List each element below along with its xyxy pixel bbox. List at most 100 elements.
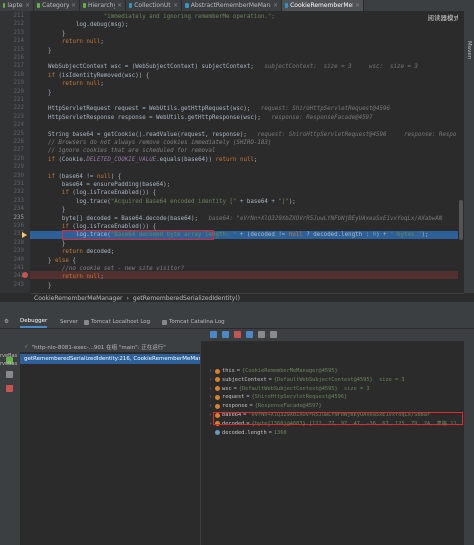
expand-icon[interactable] [209,429,213,437]
code-line[interactable]: "immediately and ignoring rememberMe ope… [34,13,275,21]
close-icon[interactable]: × [273,2,278,9]
line-number[interactable]: 227 [2,147,24,153]
line-number[interactable]: 233 [2,198,24,204]
tab-cookieremembermemanager-java[interactable]: CookieRememberMeManager.java× [282,0,364,11]
line-number[interactable]: 219 [2,80,24,86]
tab-category-class[interactable]: Category.class× [34,0,80,11]
tab-lapter-class[interactable]: lapter.class× [0,0,34,11]
line-number[interactable]: 225 [2,131,24,137]
line-number[interactable]: 237 [2,231,24,237]
code-line[interactable]: } else { [34,257,76,265]
close-icon[interactable]: × [25,2,30,9]
close-icon[interactable]: × [117,2,122,9]
line-number[interactable]: 213 [2,30,24,36]
line-number[interactable]: 231 [2,181,24,187]
line-number[interactable]: 238 [2,240,24,246]
close-icon[interactable]: × [355,2,360,9]
code-line[interactable]: if (isIdentityRemoved(wsc)) { [34,72,149,80]
tab-server[interactable]: Server [60,316,78,328]
line-number[interactable]: 240 [2,257,24,263]
code-line[interactable]: String base64 = getCookie().readValue(re… [34,131,456,139]
line-number[interactable]: 224 [2,122,24,128]
line-number[interactable]: 232 [2,189,24,195]
code-line[interactable]: WebSubjectContext wsc = (WebSubjectConte… [34,63,418,71]
pause-icon[interactable] [6,371,13,378]
variable-row[interactable]: › this = {CookieRememberMeManager@4595} [209,367,338,375]
line-number[interactable]: 221 [2,97,24,103]
tab-hierarchy-class[interactable]: Hierarchy.class× [80,0,126,11]
code-line[interactable]: return null; [34,38,104,46]
debug-settings-icon[interactable]: ⚙ [4,316,9,328]
thread-selector[interactable]: ✓ "http-nio-8081-exec-...901 在组 "main": … [20,341,200,352]
close-icon[interactable]: × [173,2,178,9]
maven-tool-label[interactable]: Maven [466,41,472,59]
code-editor[interactable]: "immediately and ignoring rememberMe ope… [30,11,458,293]
variable-row[interactable]: › subjectContext = {DefaultWebSubjectContex… [209,376,405,384]
line-number[interactable]: 243 [2,282,24,288]
code-line[interactable]: // ignore cookies that are scheduled for… [34,147,216,155]
expand-icon[interactable]: › [209,402,213,410]
line-number[interactable]: 242 [2,273,24,279]
line-number[interactable]: 228 [2,156,24,162]
code-line[interactable]: HttpServletRequest request = WebUtils.ge… [34,105,390,113]
line-number[interactable]: 216 [2,55,24,61]
code-line[interactable]: //no cookie set - new site visitor? [34,265,184,273]
editor-scrollbar-thumb[interactable] [459,200,463,240]
run-to-cursor-icon[interactable] [258,331,265,338]
expand-icon[interactable]: › [209,393,213,401]
line-number[interactable]: 215 [2,47,24,53]
line-number[interactable]: 211 [2,13,24,19]
step-out-icon[interactable] [246,331,253,338]
code-line[interactable]: } [34,240,66,248]
line-number[interactable]: 226 [2,139,24,145]
close-icon[interactable]: × [71,2,76,9]
tab-tomcat-catalina-log[interactable]: Tomcat Catalina Log [162,316,225,328]
breadcrumb-class[interactable]: CookieRememberMeManager [34,295,122,302]
breakpoint-icon[interactable] [22,272,28,278]
code-line[interactable]: if (base64 != null) { [34,173,121,181]
tab-debugger[interactable]: Debugger [20,316,48,328]
code-line[interactable]: } [34,89,52,97]
line-number[interactable]: 214 [2,38,24,44]
expand-icon[interactable]: › [209,385,213,393]
tab-abstractremembermemanager-java[interactable]: AbstractRememberMeManager.java× [182,0,282,11]
code-line[interactable]: byte[] decoded = Base64.decode(base64); … [34,215,442,223]
tab-collectionutils-java[interactable]: CollectionUtils.java× [126,0,182,11]
expand-icon[interactable]: › [209,367,213,375]
stop-icon[interactable] [6,385,13,392]
variable-row[interactable]: decoded.length = 1360 [209,429,287,437]
line-number[interactable]: 230 [2,173,24,179]
line-number[interactable]: 235 [2,215,24,221]
breadcrumb-method[interactable]: getRememberedSerializedIdentity() [133,295,240,302]
code-line[interactable]: log.debug(msg); [34,21,128,29]
evaluate-icon[interactable] [270,331,277,338]
line-number[interactable]: 217 [2,63,24,69]
code-line[interactable]: log.trace("Acquired Base64 encoded ident… [34,198,296,206]
line-number[interactable]: 234 [2,206,24,212]
tab-tomcat-localhost-log[interactable]: Tomcat Localhost Log [84,316,150,328]
code-line[interactable]: } [34,30,66,38]
line-number[interactable]: 212 [2,21,24,27]
variable-row[interactable]: › response = {ResponseFacade@4597} [209,402,322,410]
code-line[interactable]: if (log.isTraceEnabled()) { [34,189,156,197]
expand-icon[interactable]: › [209,376,213,384]
code-line[interactable]: } [34,282,52,290]
code-line[interactable]: } [34,47,52,55]
line-number[interactable]: 218 [2,72,24,78]
code-line[interactable]: return null; [34,80,104,88]
step-into-icon[interactable] [222,331,229,338]
force-step-into-icon[interactable] [234,331,241,338]
code-line[interactable]: // Browsers do not always remove cookies… [34,139,271,147]
code-line[interactable]: return decoded; [34,248,114,256]
line-number[interactable]: 241 [2,265,24,271]
line-number[interactable]: 220 [2,89,24,95]
code-line[interactable]: } [34,206,66,214]
line-number[interactable]: 222 [2,105,24,111]
code-line[interactable]: base64 = ensurePadding(base64); [34,181,170,189]
variable-row[interactable]: › request = {ShiroHttpServletRequest@4596} [209,393,347,401]
variable-row[interactable]: › wsc = {DefaultWebSubjectContext@4595} siz… [209,385,370,393]
step-over-icon[interactable] [210,331,217,338]
code-line[interactable]: if (Cookie.DELETED_COOKIE_VALUE.equals(b… [34,156,257,164]
line-number[interactable]: 236 [2,223,24,229]
line-number[interactable]: 229 [2,164,24,170]
